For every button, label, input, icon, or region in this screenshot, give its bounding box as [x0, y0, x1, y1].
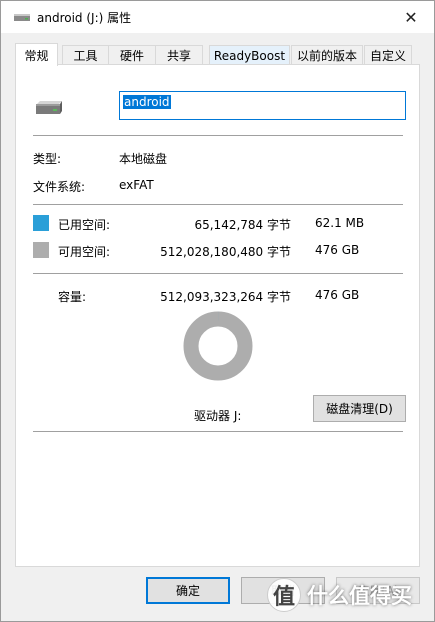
- tab-readyboost[interactable]: ReadyBoost: [209, 45, 290, 65]
- general-panel: android 类型: 本地磁盘 文件系统: exFAT 已用空间: 65,14…: [15, 64, 420, 567]
- watermark-text: 什么值得买: [307, 584, 412, 608]
- disk-cleanup-button[interactable]: 磁盘清理(D): [313, 395, 406, 422]
- divider: [33, 204, 403, 205]
- used-space-bytes: 65,142,784 字节: [194, 218, 291, 232]
- filesystem-label: 文件系统:: [33, 180, 86, 194]
- divider: [33, 135, 403, 136]
- drive-name-value: android: [123, 95, 171, 109]
- used-space-size: 62.1 MB: [315, 216, 365, 230]
- capacity-bytes: 512,093,323,264 字节: [160, 290, 291, 304]
- type-value: 本地磁盘: [119, 152, 168, 166]
- watermark-logo: 值 什么值得买: [267, 577, 412, 613]
- drive-name-input[interactable]: android: [119, 91, 406, 120]
- tab-tools[interactable]: 工具: [62, 45, 109, 65]
- close-button[interactable]: ✕: [388, 1, 434, 33]
- free-space-label: 可用空间:: [58, 245, 111, 259]
- drive-large-icon: [36, 101, 62, 114]
- close-icon: ✕: [404, 7, 418, 27]
- tab-general[interactable]: 常规: [15, 43, 58, 66]
- free-space-size: 476 GB: [315, 243, 360, 257]
- filesystem-value: exFAT: [119, 178, 154, 192]
- window-title: android (J:) 属性: [37, 11, 132, 25]
- properties-window: android (J:) 属性 ✕ 常规 工具 硬件 共享 ReadyBoost…: [0, 0, 435, 622]
- title-bar: android (J:) 属性 ✕: [1, 1, 434, 33]
- tab-bar: 常规 工具 硬件 共享 ReadyBoost 以前的版本 自定义: [15, 43, 420, 66]
- tab-sharing[interactable]: 共享: [155, 45, 203, 65]
- tab-customize[interactable]: 自定义: [364, 45, 412, 65]
- free-space-swatch: [33, 242, 49, 258]
- tab-previous-versions[interactable]: 以前的版本: [291, 45, 363, 65]
- drive-letter-label: 驱动器 J:: [194, 409, 242, 423]
- usage-donut-chart: [183, 311, 253, 381]
- watermark-badge: 值: [267, 578, 301, 612]
- type-label: 类型:: [33, 152, 62, 166]
- capacity-size: 476 GB: [315, 288, 360, 302]
- tab-hardware[interactable]: 硬件: [108, 45, 156, 65]
- capacity-label: 容量:: [58, 290, 87, 304]
- free-space-bytes: 512,028,180,480 字节: [160, 245, 291, 259]
- ok-button[interactable]: 确定: [146, 577, 230, 604]
- drive-icon: [14, 14, 30, 21]
- free-space-ring: [183, 311, 253, 381]
- divider: [33, 273, 403, 274]
- used-space-swatch: [33, 215, 49, 231]
- divider: [33, 431, 403, 432]
- used-space-label: 已用空间:: [58, 218, 111, 232]
